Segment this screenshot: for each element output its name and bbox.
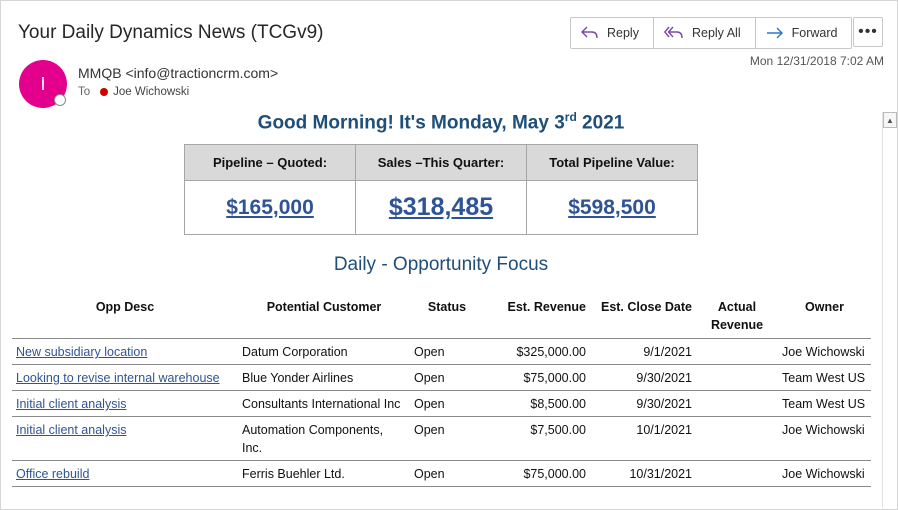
email-subject: Your Daily Dynamics News (TCGv9) <box>18 22 324 43</box>
kpi-cell-pipeline-quoted: $165,000 <box>184 180 356 235</box>
column-header-est-close-date: Est. Close Date <box>590 294 696 339</box>
est-close-date-cell: 10/31/2021 <box>590 460 696 487</box>
column-header-customer: Potential Customer <box>238 294 410 339</box>
reply-icon <box>581 26 598 39</box>
opp-desc-link[interactable]: Looking to revise internal warehouse <box>16 371 220 385</box>
column-header-status: Status <box>410 294 484 339</box>
column-header-owner: Owner <box>778 294 871 339</box>
actual-revenue-cell <box>696 460 778 487</box>
section-title: Daily - Opportunity Focus <box>333 254 549 275</box>
scroll-up-arrow-icon[interactable]: ▲ <box>883 112 897 128</box>
table-header-row: Opp Desc Potential Customer Status Est. … <box>12 294 871 339</box>
kpi-value-pipeline-quoted[interactable]: $165,000 <box>226 196 314 219</box>
column-header-opp-desc: Opp Desc <box>12 294 238 339</box>
customer-cell: Blue Yonder Airlines <box>238 364 410 391</box>
actual-revenue-cell <box>696 364 778 391</box>
table-row: Initial client analysis Consultants Inte… <box>12 390 871 417</box>
status-cell: Open <box>410 364 484 391</box>
est-revenue-cell: $75,000.00 <box>484 460 590 487</box>
table-row: Initial client analysis Automation Compo… <box>12 416 871 461</box>
kpi-label-sales-quarter: Sales –This Quarter: <box>355 144 527 181</box>
column-header-est-revenue: Est. Revenue <box>484 294 590 339</box>
opp-desc-cell: Looking to revise internal warehouse <box>12 364 238 391</box>
status-cell: Open <box>410 338 484 365</box>
customer-cell: Automation Components, Inc. <box>238 416 410 461</box>
owner-cell: Joe Wichowski <box>778 460 871 487</box>
message-actions-toolbar: Reply Reply All Forward <box>570 17 853 49</box>
kpi-value-total-pipeline[interactable]: $598,500 <box>568 196 656 219</box>
est-revenue-cell: $75,000.00 <box>484 364 590 391</box>
est-revenue-cell: $7,500.00 <box>484 416 590 461</box>
kpi-summary-table: Pipeline – Quoted: Sales –This Quarter: … <box>184 144 698 235</box>
opp-desc-link[interactable]: Initial client analysis <box>16 423 126 437</box>
recipient-name[interactable]: Joe Wichowski <box>113 86 189 98</box>
est-close-date-cell: 9/1/2021 <box>590 338 696 365</box>
est-close-date-cell: 9/30/2021 <box>590 390 696 417</box>
busy-presence-icon <box>100 88 109 96</box>
table-row: Office rebuild Ferris Buehler Ltd. Open … <box>12 460 871 487</box>
column-header-actual-revenue: Actual Revenue <box>696 294 778 339</box>
forward-button[interactable]: Forward <box>756 18 852 48</box>
status-cell: Open <box>410 460 484 487</box>
reply-all-icon <box>663 26 683 39</box>
reply-all-label: Reply All <box>691 26 741 40</box>
presence-status-icon <box>54 94 66 106</box>
est-close-date-cell: 10/1/2021 <box>590 416 696 461</box>
opp-desc-cell: Initial client analysis <box>12 390 238 417</box>
kpi-value-sales-quarter[interactable]: $318,485 <box>389 193 493 221</box>
sender-address[interactable]: MMQB <info@tractioncrm.com> <box>78 65 278 81</box>
opp-desc-cell: Office rebuild <box>12 460 238 487</box>
greeting-ordinal: rd <box>564 110 577 124</box>
status-cell: Open <box>410 416 484 461</box>
actual-revenue-cell <box>696 416 778 461</box>
opp-desc-link[interactable]: Office rebuild <box>16 467 89 481</box>
actual-revenue-cell <box>696 390 778 417</box>
customer-cell: Consultants International Inc <box>238 390 410 417</box>
opp-desc-cell: New subsidiary location <box>12 338 238 365</box>
kpi-label-pipeline-quoted: Pipeline – Quoted: <box>184 144 356 181</box>
kpi-cell-sales-quarter: $318,485 <box>355 180 527 235</box>
forward-label: Forward <box>791 26 838 40</box>
owner-cell: Team West US <box>778 364 871 391</box>
more-icon: ••• <box>858 23 878 40</box>
customer-cell: Ferris Buehler Ltd. <box>238 460 410 487</box>
greeting-heading: Good Morning! It's Monday, May 3rd 2021 <box>0 110 882 134</box>
est-close-date-cell: 9/30/2021 <box>590 364 696 391</box>
status-cell: Open <box>410 390 484 417</box>
owner-cell: Team West US <box>778 390 871 417</box>
avatar-initial: I <box>40 73 46 94</box>
table-row: Looking to revise internal warehouse Blu… <box>12 364 871 391</box>
opp-desc-link[interactable]: New subsidiary location <box>16 345 147 359</box>
to-label: To <box>78 86 91 98</box>
forward-icon <box>766 27 783 39</box>
vertical-scrollbar[interactable]: ▲ <box>882 112 897 508</box>
greeting-text: Good Morning! It's Monday, May 3 <box>257 112 565 134</box>
more-actions-button[interactable]: ••• <box>853 17 883 47</box>
customer-cell: Datum Corporation <box>238 338 410 365</box>
greeting-year: 2021 <box>576 112 625 134</box>
opp-desc-cell: Initial client analysis <box>12 416 238 461</box>
kpi-cell-total-pipeline: $598,500 <box>526 180 698 235</box>
est-revenue-cell: $325,000.00 <box>484 338 590 365</box>
opportunity-table: Opp Desc Potential Customer Status Est. … <box>12 294 871 487</box>
reply-button[interactable]: Reply <box>571 18 654 48</box>
reply-all-button[interactable]: Reply All <box>654 18 756 48</box>
actual-revenue-cell <box>696 338 778 365</box>
owner-cell: Joe Wichowski <box>778 338 871 365</box>
recipient-row: To Joe Wichowski <box>78 86 189 98</box>
owner-cell: Joe Wichowski <box>778 416 871 461</box>
reply-label: Reply <box>607 26 639 40</box>
sent-date: Mon 12/31/2018 7:02 AM <box>749 54 884 68</box>
kpi-label-total-pipeline: Total Pipeline Value: <box>526 144 698 181</box>
est-revenue-cell: $8,500.00 <box>484 390 590 417</box>
opp-desc-link[interactable]: Initial client analysis <box>16 397 126 411</box>
table-row: New subsidiary location Datum Corporatio… <box>12 338 871 365</box>
